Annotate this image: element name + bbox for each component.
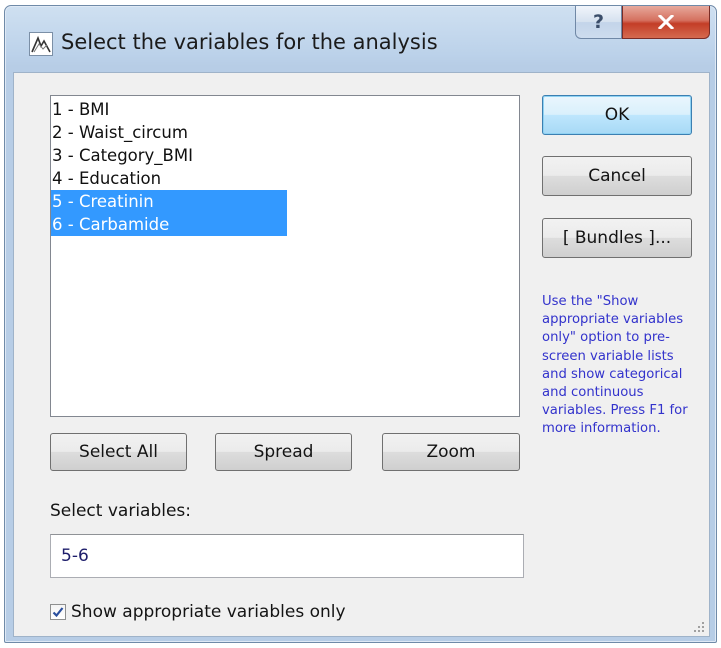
show-appropriate-label: Show appropriate variables only	[71, 602, 346, 622]
checkmark-icon	[52, 607, 64, 618]
variable-list-item[interactable]: 6 - Carbamide	[51, 213, 287, 236]
variable-list-item[interactable]: 4 - Education	[51, 167, 287, 190]
dialog-body: 1 - BMI 2 - Waist_circum 3 - Category_BMI 4…	[13, 72, 710, 637]
dialog-window: Select the variables for the analysis ? …	[4, 5, 717, 643]
bundles-button[interactable]: [ Bundles ]...	[542, 218, 692, 258]
variable-list-item[interactable]: 1 - BMI	[51, 98, 287, 121]
variable-list-item[interactable]: 3 - Category_BMI	[51, 144, 287, 167]
variable-list-item[interactable]: 5 - Creatinin	[51, 190, 287, 213]
select-variables-label: Select variables:	[50, 501, 192, 521]
ok-button[interactable]: OK	[542, 95, 692, 135]
cancel-button[interactable]: Cancel	[542, 156, 692, 196]
select-variables-input[interactable]	[50, 534, 524, 578]
variables-listbox[interactable]: 1 - BMI 2 - Waist_circum 3 - Category_BMI 4…	[50, 95, 520, 417]
close-button[interactable]	[622, 6, 710, 39]
resize-grip-icon[interactable]	[693, 621, 705, 633]
chart-app-icon	[29, 32, 53, 56]
help-button[interactable]: ?	[575, 6, 622, 39]
spread-button[interactable]: Spread	[215, 433, 352, 471]
window-title: Select the variables for the analysis	[61, 30, 438, 54]
show-appropriate-checkbox[interactable]	[50, 604, 66, 620]
close-icon	[658, 15, 674, 29]
title-bar[interactable]: Select the variables for the analysis ?	[5, 6, 716, 70]
select-all-button[interactable]: Select All	[50, 433, 187, 471]
zoom-button[interactable]: Zoom	[382, 433, 520, 471]
variable-list-item[interactable]: 2 - Waist_circum	[51, 121, 287, 144]
show-appropriate-row[interactable]: Show appropriate variables only	[50, 600, 346, 624]
help-text: Use the "Show appropriate variables only…	[542, 294, 688, 437]
